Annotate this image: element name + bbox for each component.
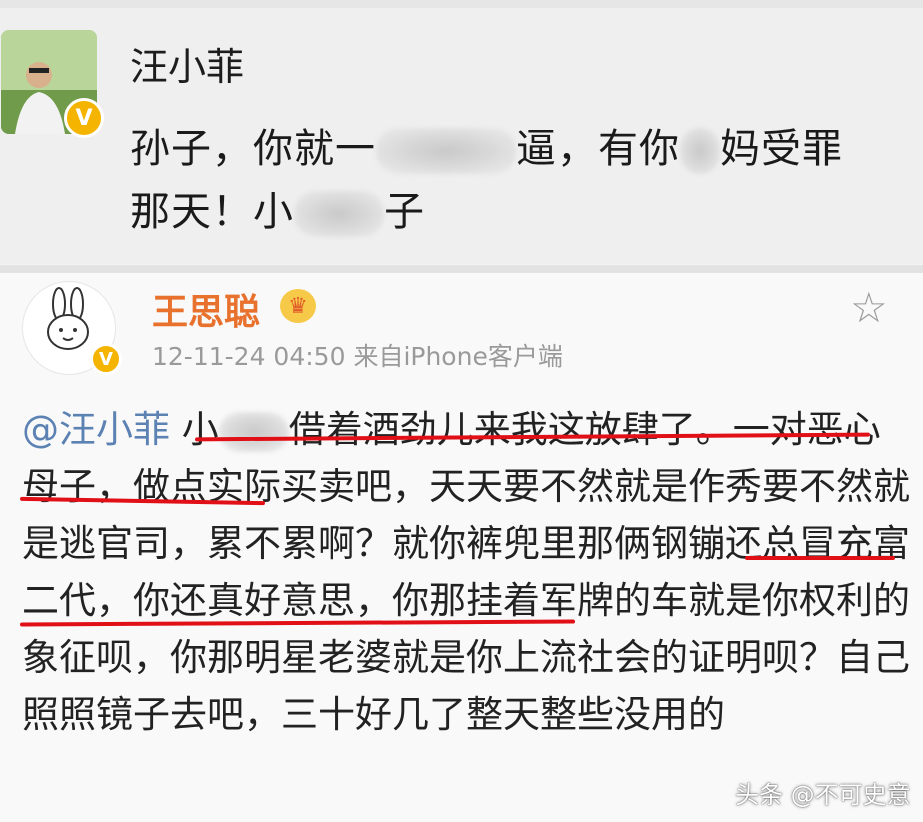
timestamp: 12-11-24 04:50	[152, 342, 346, 371]
post-text: @汪小菲 小借着酒劲儿来我这放肆了。一对恶心母子，做点实际买卖吧，天天要不然就是…	[22, 401, 912, 743]
post-text-part: 那天！小	[130, 189, 294, 235]
post-text-part: 孙子，你就一	[130, 126, 376, 172]
post-wang-sicong: V 王思聪 ♛ 12-11-24 04:50 来自iPhone客户端 ☆ @汪小…	[0, 273, 923, 822]
post-text-part: 妈受罪	[720, 126, 843, 172]
mosaic-blur	[376, 128, 516, 174]
source: 来自iPhone客户端	[353, 342, 563, 371]
mosaic-blur	[218, 411, 289, 452]
verified-badge-icon: V	[90, 343, 122, 375]
red-underline	[745, 556, 895, 560]
username[interactable]: 王思聪	[152, 283, 260, 335]
verified-badge-icon: V	[64, 98, 104, 138]
post-meta: 12-11-24 04:50 来自iPhone客户端	[152, 337, 563, 373]
post-text-part: 子	[384, 189, 425, 235]
divider	[0, 265, 923, 273]
mention-link[interactable]: @汪小菲	[22, 408, 170, 451]
watermark: 头条 @不可史意	[735, 781, 911, 809]
post-wang-xiaofei: V 汪小菲 孙子，你就一 逼，有你 妈受罪 那天！小 子	[0, 8, 923, 264]
star-icon[interactable]: ☆	[850, 283, 888, 332]
crown-badge-icon: ♛	[280, 289, 316, 323]
mosaic-blur	[294, 191, 384, 237]
post-text: 孙子，你就一 逼，有你 妈受罪 那天！小 子	[130, 118, 915, 244]
username[interactable]: 汪小菲	[130, 36, 244, 91]
post-text-part: 借着酒劲儿来我这放肆了。一对恶心母子，做点实际买卖吧，天天要不然就是作秀要不然就…	[22, 408, 910, 736]
post-text-part: 逼，有你	[516, 126, 680, 172]
top-strip	[0, 0, 923, 8]
mosaic-blur	[680, 128, 720, 174]
post-text-part: 小	[181, 408, 219, 451]
